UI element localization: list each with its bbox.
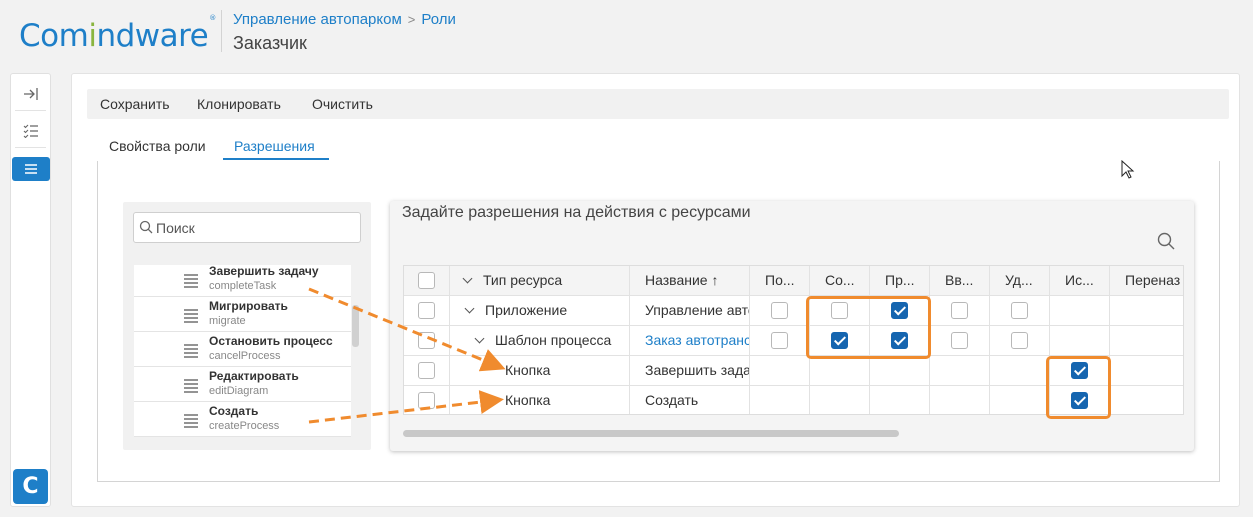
permissions-title: Задайте разрешения на действия с ресурса…	[402, 204, 751, 221]
lines-icon	[184, 309, 198, 323]
action-list-panel: Завершить задачу completeTask Мигрироват…	[123, 202, 371, 450]
highlight-box	[806, 296, 931, 359]
permission-checkbox-vv[interactable]	[951, 332, 968, 349]
list-item-code: cancelProcess	[209, 350, 281, 362]
column-header-name[interactable]: Название ↑	[630, 266, 750, 296]
rail-divider	[15, 147, 46, 148]
list-scrollbar[interactable]	[352, 305, 359, 347]
action-list[interactable]: Завершить задачу completeTask Мигрироват…	[134, 265, 351, 437]
main-panel: Сохранить Клонировать Очистить Свойства …	[71, 73, 1240, 507]
resource-type-cell: Шаблон процесса	[450, 326, 630, 356]
resource-type-cell: Приложение	[450, 296, 630, 326]
name-cell: Создать	[630, 386, 750, 414]
comindware-logo: Comindware®	[19, 13, 216, 54]
column-header-pr[interactable]: Пр...	[870, 266, 930, 296]
breadcrumb-item-roles[interactable]: Роли	[421, 11, 456, 28]
list-item[interactable]: Завершить задачу completeTask	[134, 265, 351, 297]
chevron-down-icon	[462, 273, 473, 284]
collapse-icon[interactable]	[11, 82, 50, 106]
search-field[interactable]	[133, 212, 361, 243]
search-icon[interactable]	[1157, 232, 1175, 250]
breadcrumb: Управление автопарком > Роли	[233, 11, 456, 28]
mouse-cursor-icon	[1121, 160, 1135, 179]
column-header-po[interactable]: По...	[750, 266, 810, 296]
list-item[interactable]: Редактировать editDiagram	[134, 367, 351, 402]
permission-checkbox-po[interactable]	[771, 302, 788, 319]
list-item-code: editDiagram	[209, 385, 269, 397]
name-link[interactable]: Заказ автотранспорта	[630, 326, 750, 356]
breadcrumb-item-fleet[interactable]: Управление автопарком	[233, 11, 402, 28]
list-item-code: createProcess	[209, 420, 280, 432]
name-cell: Управление автопарком	[630, 296, 750, 326]
list-item[interactable]: Мигрировать migrate	[134, 297, 351, 332]
tab-permissions[interactable]: Разрешения	[234, 138, 315, 154]
permission-checkbox-ud[interactable]	[1011, 302, 1028, 319]
grid-horizontal-scrollbar[interactable]	[403, 430, 899, 437]
column-header-so[interactable]: Со...	[810, 266, 870, 296]
clone-button[interactable]: Клонировать	[197, 96, 281, 112]
list-item-title: Завершить задачу	[209, 265, 319, 278]
row-select-checkbox[interactable]	[418, 302, 435, 319]
left-rail: C	[10, 73, 51, 507]
list-item[interactable]: Остановить процесс cancelProcess	[134, 332, 351, 367]
row-select-checkbox[interactable]	[418, 362, 435, 379]
page-title: Заказчик	[233, 33, 307, 53]
list-item-code: completeTask	[209, 280, 277, 292]
breadcrumb-separator: >	[407, 12, 416, 27]
task-list-icon[interactable]	[11, 119, 50, 143]
column-header-ud[interactable]: Уд...	[990, 266, 1050, 296]
clear-button[interactable]: Очистить	[312, 96, 373, 112]
list-item-title: Остановить процесс	[209, 334, 333, 348]
search-input[interactable]	[156, 217, 356, 239]
chevron-down-icon[interactable]	[474, 333, 485, 344]
permission-checkbox-vv[interactable]	[951, 302, 968, 319]
rail-divider	[15, 110, 46, 111]
lines-icon	[184, 344, 198, 358]
column-header-reassign[interactable]: Переназ	[1110, 266, 1183, 296]
list-item-title: Мигрировать	[209, 299, 288, 313]
row-select-checkbox[interactable]	[418, 392, 435, 409]
app-logo-icon[interactable]: C	[13, 469, 48, 504]
row-select-checkbox[interactable]	[418, 332, 435, 349]
resource-type-cell: Кнопка	[450, 356, 630, 386]
search-icon	[139, 220, 153, 234]
grid-header-row: Тип ресурса Название ↑ По... Со... Пр...…	[404, 266, 1183, 296]
lines-icon	[184, 379, 198, 393]
table-row[interactable]: Приложение Управление автопарком	[404, 296, 1183, 326]
list-item-title: Создать	[209, 404, 259, 418]
chevron-down-icon[interactable]	[464, 303, 475, 314]
permission-checkbox-ud[interactable]	[1011, 332, 1028, 349]
column-header-resource-type[interactable]: Тип ресурса	[450, 266, 630, 296]
lines-icon	[184, 414, 198, 428]
tab-role-properties[interactable]: Свойства роли	[109, 138, 206, 154]
select-all-checkbox[interactable]	[418, 272, 435, 289]
toolbar: Сохранить Клонировать Очистить	[87, 89, 1229, 119]
save-button[interactable]: Сохранить	[100, 96, 170, 112]
column-header-is[interactable]: Ис...	[1050, 266, 1110, 296]
permission-checkbox-po[interactable]	[771, 332, 788, 349]
name-cell: Завершить задачу	[630, 356, 750, 386]
list-item[interactable]: Создать createProcess	[134, 402, 351, 437]
lines-icon	[184, 274, 198, 288]
highlight-box	[1046, 356, 1111, 419]
permissions-content: Завершить задачу completeTask Мигрироват…	[97, 161, 1220, 482]
list-item-title: Редактировать	[209, 369, 299, 383]
header-divider	[221, 10, 222, 52]
column-header-vv[interactable]: Вв...	[930, 266, 990, 296]
resource-type-cell: Кнопка	[450, 386, 630, 414]
active-tab-indicator	[223, 158, 329, 160]
table-row[interactable]: Шаблон процесса Заказ автотранспорта	[404, 326, 1183, 356]
menu-icon[interactable]	[12, 157, 50, 181]
list-item-code: migrate	[209, 315, 246, 327]
